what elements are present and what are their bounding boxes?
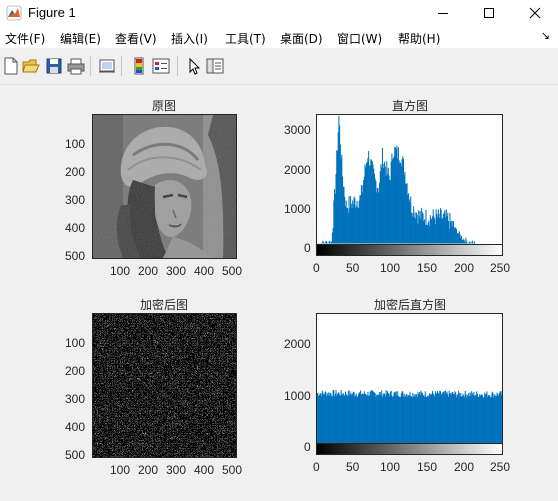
y-tick: 400 — [65, 420, 86, 434]
y-tick: 500 — [65, 249, 86, 263]
menu-bar: 文件(F) 编辑(E) 查看(V) 插入(I) 工具(T) 桌面(D) 窗口(W… — [0, 26, 558, 48]
toolbar-separator — [90, 56, 91, 76]
y-tick: 2000 — [284, 163, 311, 177]
x-tick: 50 — [346, 460, 360, 474]
x-tick: 300 — [166, 264, 187, 278]
x-tick: 0 — [313, 460, 320, 474]
window-title: Figure 1 — [28, 5, 76, 20]
y-tick: 1000 — [284, 389, 311, 403]
menu-help[interactable]: 帮助(H) — [398, 30, 440, 47]
y-tick: 500 — [65, 448, 86, 462]
x-tick: 400 — [194, 264, 215, 278]
y-tick: 3000 — [284, 123, 311, 137]
x-tick: 250 — [490, 261, 511, 275]
toolbar — [0, 48, 558, 85]
x-tick: 50 — [346, 261, 360, 275]
toolbar-separator — [121, 56, 122, 76]
y-tick: 100 — [65, 336, 86, 350]
menu-file[interactable]: 文件(F) — [5, 30, 45, 47]
x-tick: 500 — [222, 463, 243, 477]
menu-desktop[interactable]: 桌面(D) — [280, 30, 323, 47]
y-tick: 100 — [65, 137, 86, 151]
figure-canvas: 原图 100 200 300 400 500 100 200 300 400 5… — [0, 85, 558, 501]
x-tick: 300 — [166, 463, 187, 477]
x-tick: 250 — [490, 460, 511, 474]
original-image-axes[interactable] — [92, 114, 237, 259]
y-tick: 300 — [65, 193, 86, 207]
menu-edit[interactable]: 编辑(E) — [60, 30, 101, 47]
menu-overflow-arrow[interactable]: ↘ — [541, 29, 550, 42]
insert-legend-icon[interactable] — [152, 57, 170, 75]
menu-window[interactable]: 窗口(W) — [337, 30, 382, 47]
x-tick: 150 — [417, 460, 438, 474]
encrypted-histogram-title: 加密后直方图 — [373, 298, 447, 312]
save-icon[interactable] — [45, 57, 63, 75]
toolbar-separator — [177, 56, 178, 76]
print-icon[interactable] — [67, 57, 85, 75]
encrypted-image-title: 加密后图 — [139, 298, 189, 312]
close-button[interactable] — [512, 0, 558, 26]
menu-view[interactable]: 查看(V) — [115, 30, 157, 47]
y-tick: 400 — [65, 221, 86, 235]
x-tick: 200 — [454, 460, 475, 474]
y-tick: 200 — [65, 165, 86, 179]
new-figure-icon[interactable] — [2, 57, 20, 75]
x-tick: 200 — [454, 261, 475, 275]
property-inspector-icon[interactable] — [206, 57, 224, 75]
original-histogram-axes[interactable] — [316, 114, 503, 254]
y-tick: 0 — [304, 440, 311, 454]
noise-image — [93, 314, 236, 457]
encrypted-image-axes[interactable] — [92, 313, 237, 458]
x-tick: 0 — [313, 261, 320, 275]
portrait-image — [93, 115, 236, 258]
close-icon — [529, 7, 541, 19]
x-tick: 500 — [222, 264, 243, 278]
y-tick: 0 — [304, 241, 311, 255]
menu-insert[interactable]: 插入(I) — [171, 30, 208, 47]
maximize-button[interactable] — [466, 0, 512, 26]
minimize-icon — [438, 13, 448, 14]
x-tick: 400 — [194, 463, 215, 477]
y-tick: 300 — [65, 392, 86, 406]
x-tick: 100 — [110, 463, 131, 477]
x-tick: 200 — [138, 463, 159, 477]
y-tick: 2000 — [284, 337, 311, 351]
x-tick: 100 — [380, 261, 401, 275]
original-histogram-title: 直方图 — [391, 99, 429, 113]
x-tick: 100 — [110, 264, 131, 278]
minimize-button[interactable] — [420, 0, 466, 26]
edit-plot-icon[interactable] — [185, 57, 203, 75]
original-image-title: 原图 — [151, 99, 177, 113]
matlab-icon — [6, 5, 22, 21]
maximize-icon — [484, 8, 494, 18]
x-tick: 100 — [380, 460, 401, 474]
open-file-icon[interactable] — [22, 57, 40, 75]
encrypted-histogram-bars — [317, 390, 502, 445]
encrypted-histogram-axes[interactable] — [316, 313, 503, 453]
grayscale-colorbar — [316, 244, 503, 256]
original-histogram-bars — [317, 115, 476, 244]
x-tick: 150 — [417, 261, 438, 275]
y-tick: 200 — [65, 364, 86, 378]
link-figure-icon[interactable] — [98, 57, 116, 75]
menu-tools[interactable]: 工具(T) — [225, 30, 266, 47]
x-tick: 200 — [138, 264, 159, 278]
title-bar: Figure 1 — [0, 0, 558, 26]
insert-colorbar-icon[interactable] — [130, 57, 148, 75]
grayscale-colorbar — [316, 443, 503, 455]
y-tick: 1000 — [284, 202, 311, 216]
